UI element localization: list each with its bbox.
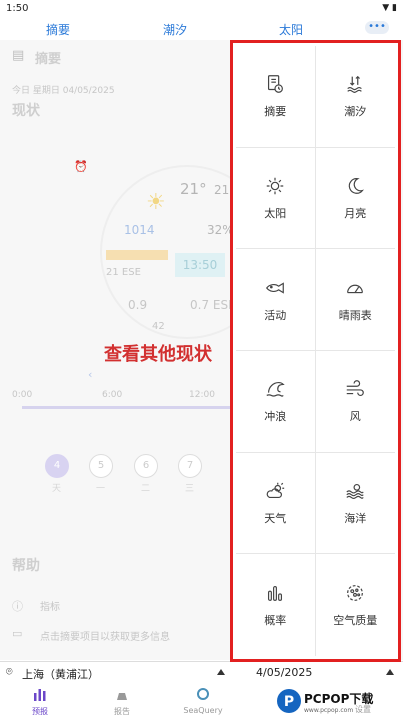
wind-icon xyxy=(347,380,365,397)
view-menu: 摘要 潮汐 太阳 月亮 活动 晴雨表 冲浪 风 天气 海洋 概率 空气质量 xyxy=(230,40,401,662)
menu-item-tide[interactable]: 潮汐 xyxy=(315,46,395,148)
forecast-icon xyxy=(34,689,46,701)
day-label-3: 三 xyxy=(185,484,195,494)
menu-item-sun[interactable]: 太阳 xyxy=(236,147,316,250)
wave-icon xyxy=(266,382,285,398)
date-line: 今日 星期日 04/05/2025 xyxy=(12,86,115,96)
chevron-left-icon[interactable]: ‹ xyxy=(88,368,92,381)
day-label-2: 二 xyxy=(141,484,151,494)
tab-sun[interactable]: 太阳 xyxy=(279,21,303,38)
top-nav: 摘要 潮汐 太阳 ••• xyxy=(0,18,403,40)
ocean-icon xyxy=(346,483,364,500)
sun-icon: ☀ xyxy=(146,190,166,215)
seaquery-icon xyxy=(197,688,209,700)
status-bar: 1:50 ▼ ▮ xyxy=(0,0,403,18)
fish-icon xyxy=(266,282,285,294)
status-icons: ▼ ▮ xyxy=(382,3,397,13)
location-bar: ⌾ 上海（黄浦江） 4/05/2025 xyxy=(0,661,403,684)
section-title: 摘要 xyxy=(35,52,62,67)
menu-item-air-quality[interactable]: 空气质量 xyxy=(316,554,396,656)
moon-icon xyxy=(349,178,365,194)
bars-icon xyxy=(268,586,283,602)
summary-icon xyxy=(268,75,284,94)
menu-item-barometer[interactable]: 晴雨表 xyxy=(315,249,395,351)
tab-forecast[interactable]: 预报 xyxy=(10,684,70,717)
tab-seaquery[interactable]: SeaQuery xyxy=(173,684,233,715)
bottom-tab-bar: 预报 报告 SeaQuery 设置 P PCPOP下载 www.pcpop.co… xyxy=(0,684,403,720)
svg-text:PCPOP下载: PCPOP下载 xyxy=(304,691,373,706)
tide-bar xyxy=(106,250,168,260)
tap-icon: ▭ xyxy=(12,627,23,640)
day-7[interactable]: 7 xyxy=(178,454,202,478)
value-v2: 0.7 ESE xyxy=(190,298,236,312)
help-item-indicator[interactable]: 指标 xyxy=(40,598,60,613)
day-label-1: 一 xyxy=(96,484,106,494)
summary-icon: ▤ xyxy=(12,48,25,63)
gauge-icon xyxy=(347,284,364,293)
tab-tide[interactable]: 潮汐 xyxy=(163,21,187,38)
day-5[interactable]: 5 xyxy=(89,454,113,478)
menu-item-probability[interactable]: 概率 xyxy=(236,554,316,656)
help-heading: 帮助 xyxy=(12,558,40,574)
svg-text:www.pcpop.com: www.pcpop.com xyxy=(304,707,353,714)
info-icon: ⓘ xyxy=(12,600,23,613)
clock-display: 13:50 xyxy=(175,253,225,277)
location-name[interactable]: 上海（黄浦江） xyxy=(22,666,99,682)
menu-item-moon[interactable]: 月亮 xyxy=(315,148,395,250)
air-icon xyxy=(347,585,364,602)
tab-report[interactable]: 报告 xyxy=(92,684,152,717)
menu-item-wind[interactable]: 风 xyxy=(315,351,395,453)
overlay-caption: 查看其他现状 xyxy=(104,344,212,365)
cloud-sun-icon xyxy=(266,482,285,498)
timeline-slider[interactable] xyxy=(22,406,232,409)
location-dropdown-icon[interactable] xyxy=(217,669,225,675)
date-selector[interactable]: 4/05/2025 xyxy=(256,666,312,679)
status-time: 1:50 xyxy=(6,3,29,14)
time-12: 12:00 xyxy=(189,390,215,400)
svg-text:P: P xyxy=(284,694,294,710)
alarm-icon: ⏰ xyxy=(74,160,88,173)
menu-item-weather[interactable]: 天气 xyxy=(236,452,316,555)
more-button[interactable]: ••• xyxy=(365,21,389,34)
tab-summary[interactable]: 摘要 xyxy=(46,21,70,38)
time-0: 0:00 xyxy=(12,390,33,400)
menu-item-activity[interactable]: 活动 xyxy=(236,249,316,351)
current-heading: 现状 xyxy=(12,103,40,119)
tide-icon xyxy=(347,76,363,94)
menu-item-summary[interactable]: 摘要 xyxy=(236,46,316,148)
wind-value: 21 ESE xyxy=(106,267,141,278)
temp-main: 21° xyxy=(180,180,207,198)
day-label-0: 天 xyxy=(52,484,62,494)
report-icon xyxy=(117,688,127,700)
location-pin-icon: ⌾ xyxy=(6,665,13,678)
date-dropdown-icon[interactable] xyxy=(386,669,394,675)
sun-icon xyxy=(267,177,284,195)
value-v1: 0.9 xyxy=(128,298,148,312)
day-6[interactable]: 6 xyxy=(134,454,158,478)
day-4[interactable]: 4 xyxy=(45,454,69,478)
pressure-value: 1014 xyxy=(124,223,155,237)
menu-item-ocean[interactable]: 海洋 xyxy=(315,453,395,555)
time-6: 6:00 xyxy=(102,390,123,400)
help-item-tap[interactable]: 点击摘要项目以获取更多信息 xyxy=(40,628,170,643)
pcpop-watermark-logo: P PCPOP下载 www.pcpop.com xyxy=(277,689,373,714)
menu-item-surf[interactable]: 冲浪 xyxy=(236,350,316,453)
value-v3: 42 xyxy=(152,321,165,332)
